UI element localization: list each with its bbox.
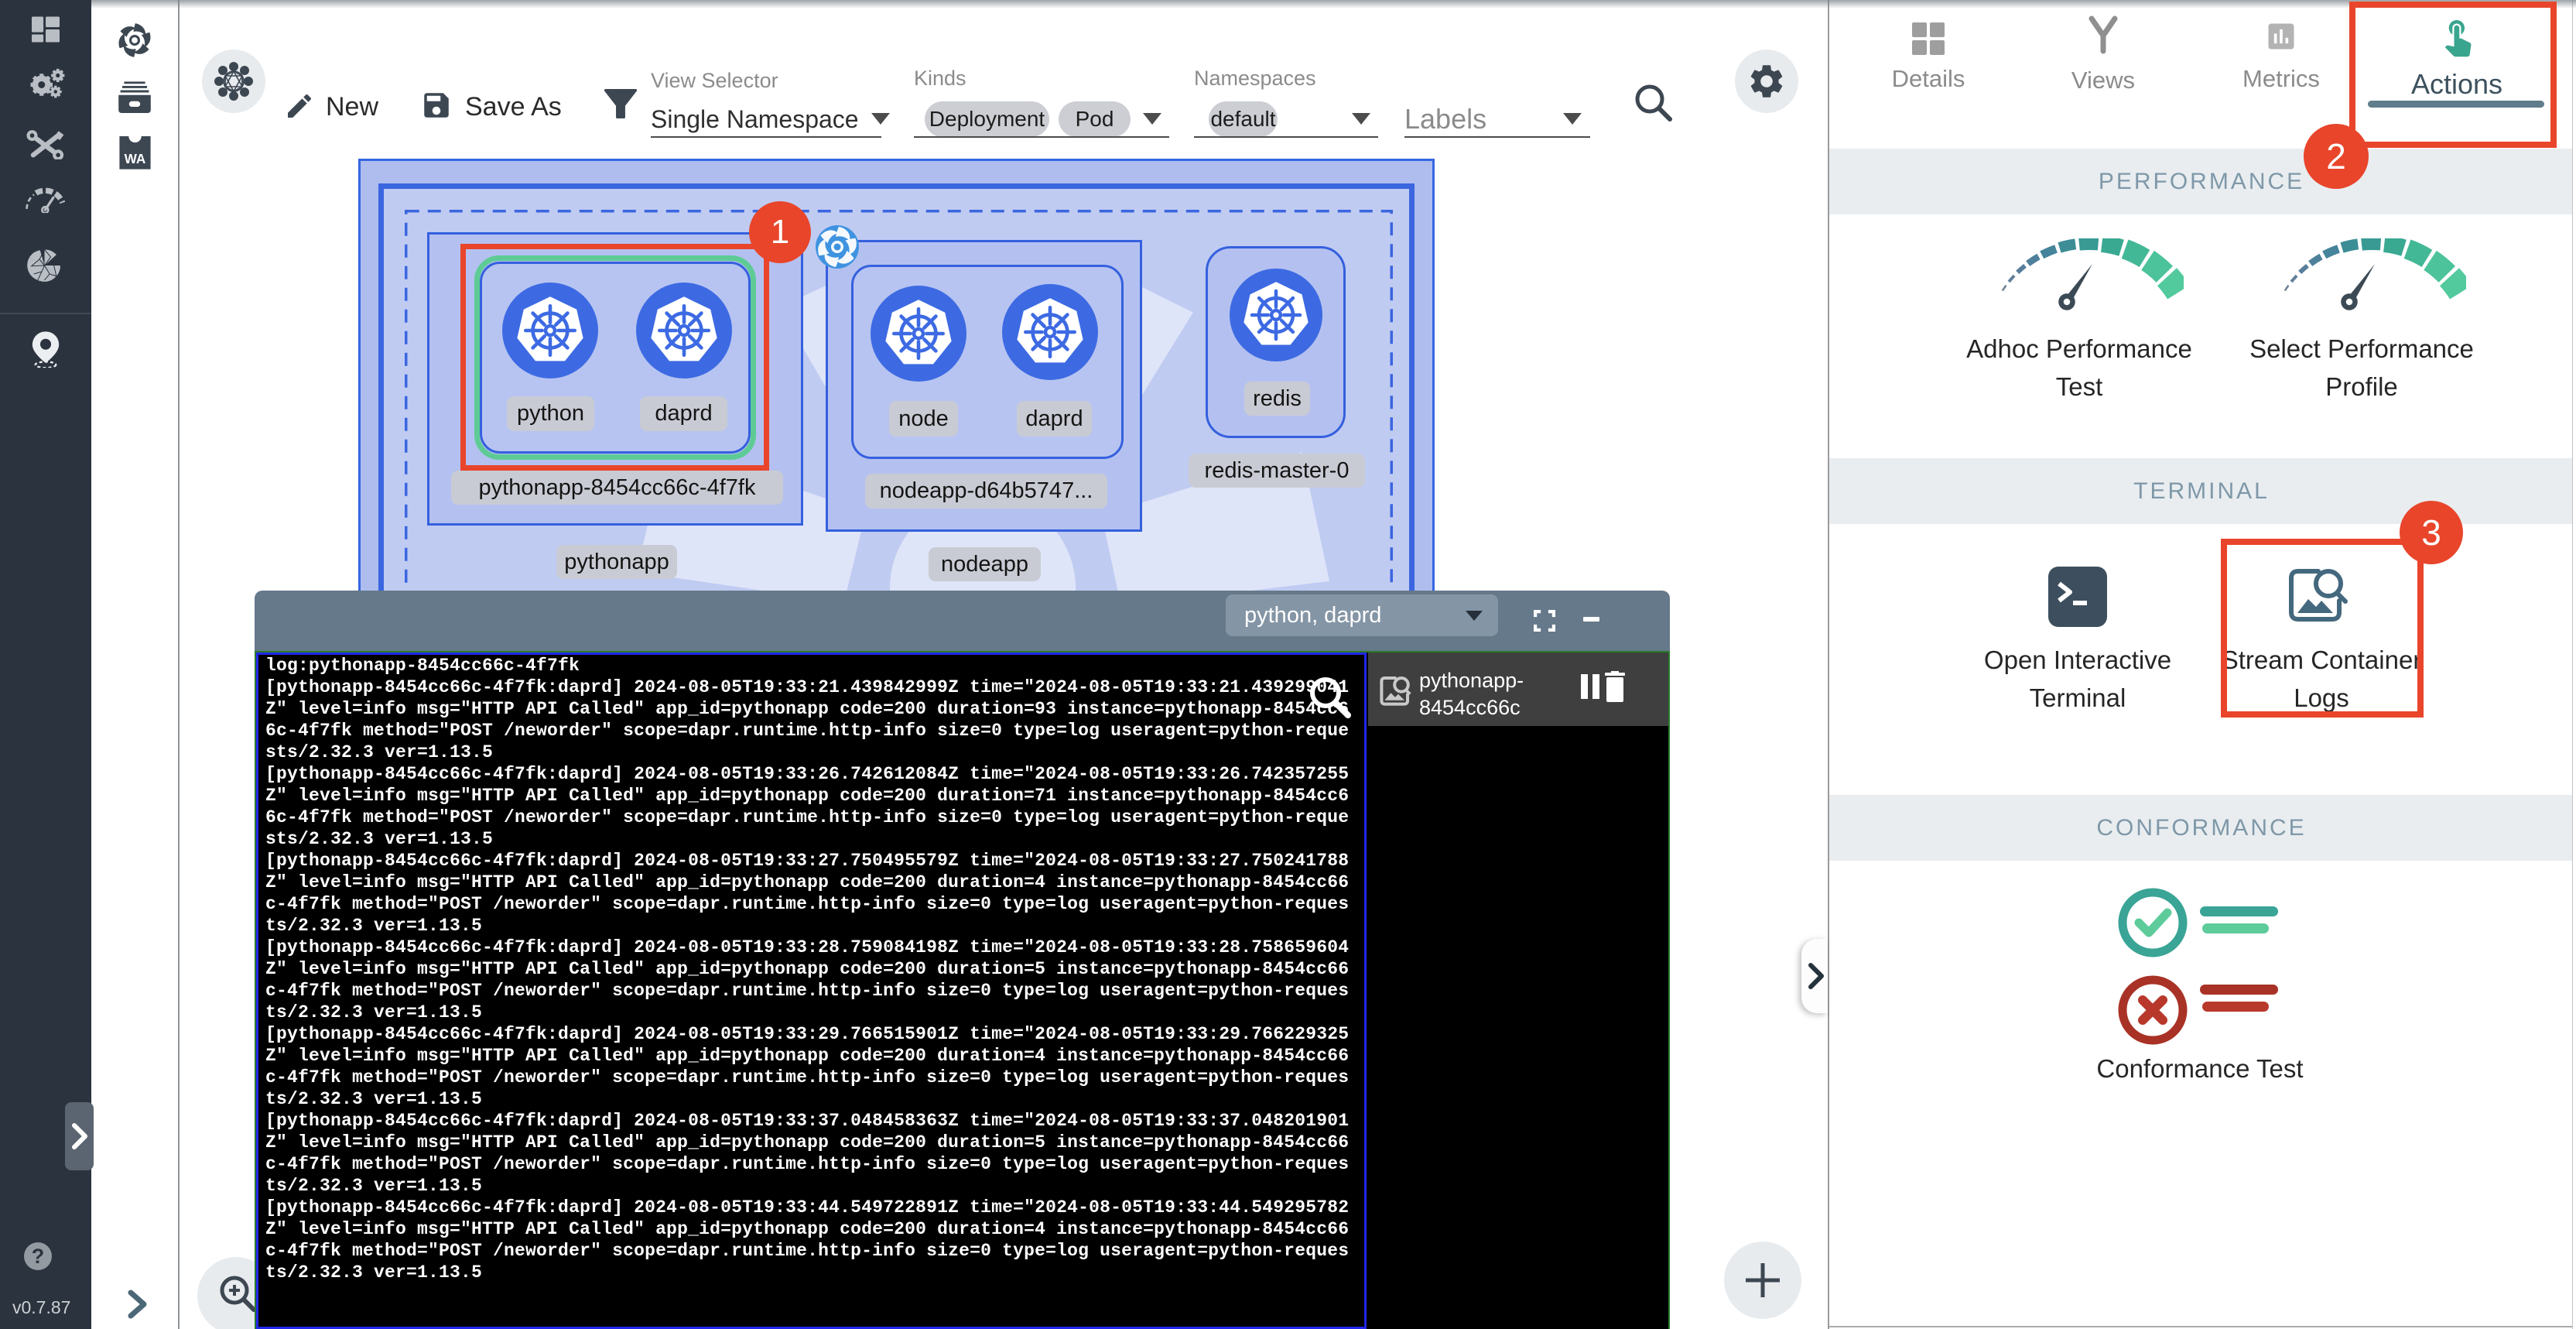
svg-text:WA: WA	[125, 151, 146, 166]
